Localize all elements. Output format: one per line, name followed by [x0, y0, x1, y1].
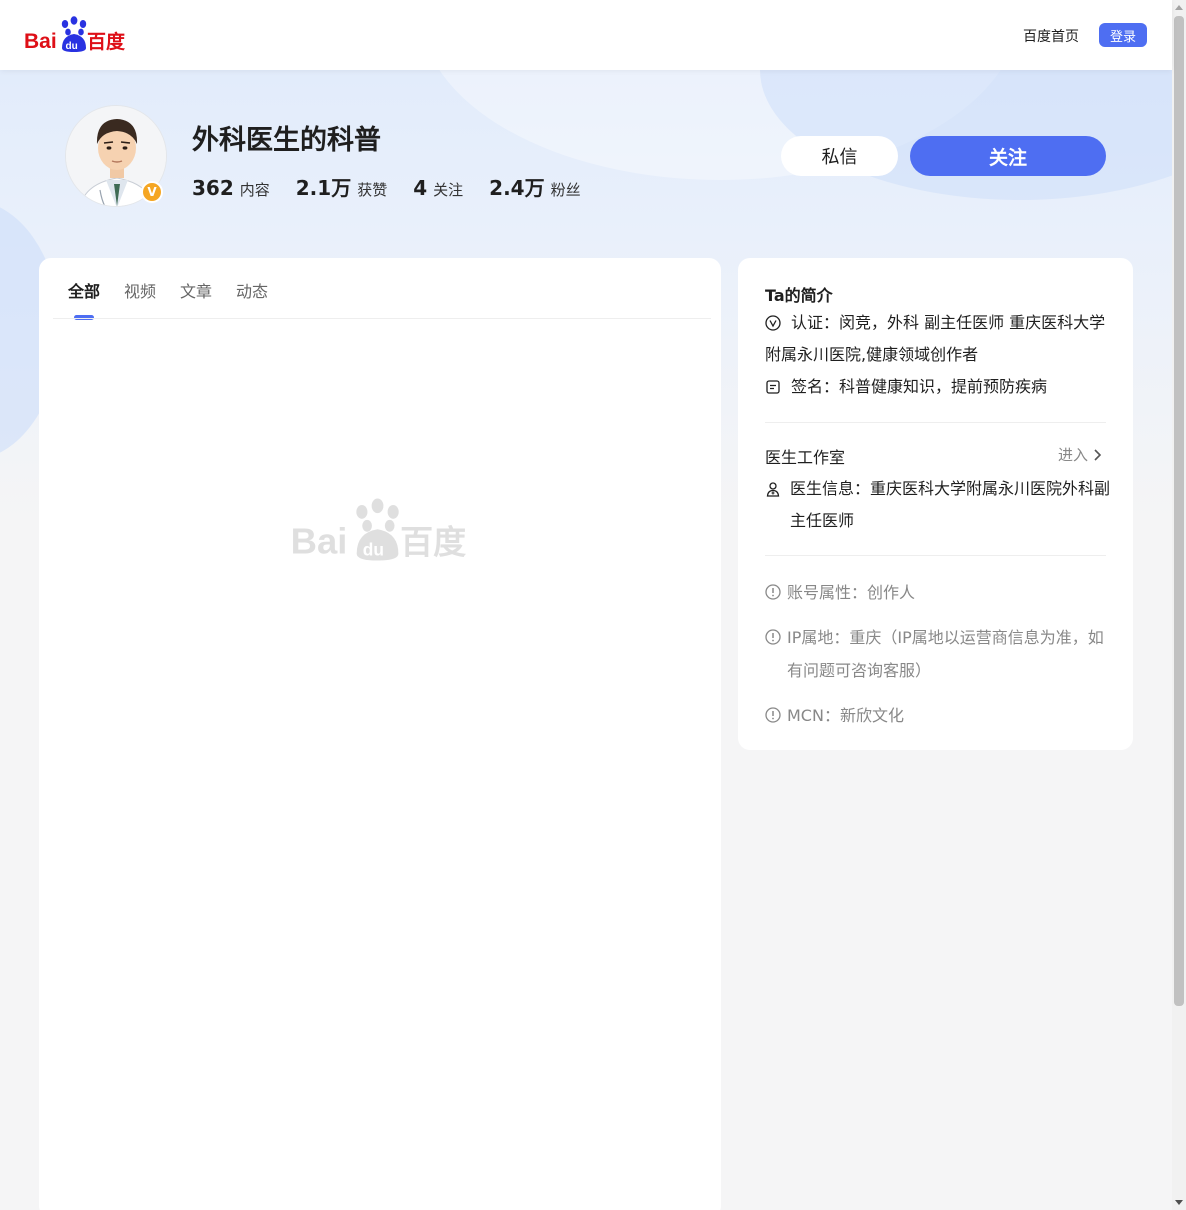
svg-text:百度: 百度 — [87, 30, 126, 53]
verified-circle-icon — [765, 315, 781, 331]
stat-value: 2.4万 — [489, 176, 545, 200]
content-tabs: 全部 视频 文章 动态 — [68, 278, 268, 320]
divider — [765, 555, 1106, 556]
doctor-info-row: 医生信息：重庆医科大学附属永川医院外科副主任医师 — [765, 473, 1110, 537]
profile-stats: 362 内容 2.1万 获赞 4 关注 2.4万 粉丝 — [192, 172, 581, 201]
account-type-row: 账号属性：创作人 — [765, 576, 1110, 609]
ip-location-text: IP属地：重庆（IP属地以运营商信息为准，如有问题可咨询客服） — [787, 628, 1104, 680]
certification-text: 认证：闵竞，外科 副主任医师 重庆医科大学附属永川医院,健康领域创作者 — [765, 313, 1106, 364]
stat-value: 362 — [192, 176, 234, 200]
info-circle-icon — [765, 629, 781, 645]
tab-video[interactable]: 视频 — [124, 278, 156, 320]
intro-title: Ta的简介 — [765, 286, 833, 305]
stat-label: 关注 — [433, 181, 464, 199]
verified-badge-icon: V — [141, 181, 163, 203]
scroll-down-icon[interactable] — [1175, 1200, 1183, 1205]
doctor-badge-icon — [766, 482, 780, 497]
intro-card: Ta的简介 认证：闵竞，外科 副主任医师 重庆医科大学附属永川医院,健康领域创作… — [738, 258, 1133, 750]
info-circle-icon — [765, 584, 781, 600]
scrollbar-thumb[interactable] — [1174, 16, 1184, 1006]
signature-text: 签名：科普健康知识，提前预防疾病 — [791, 377, 1048, 396]
stat-label: 获赞 — [357, 181, 388, 199]
signature-note-icon — [766, 380, 780, 394]
signature-row: 签名：科普健康知识，提前预防疾病 — [765, 371, 1110, 403]
stat-value: 4 — [413, 176, 428, 200]
chevron-right-icon — [1094, 448, 1102, 461]
stat-label: 粉丝 — [550, 181, 581, 199]
account-type-text: 账号属性：创作人 — [787, 583, 916, 602]
tab-article[interactable]: 文章 — [180, 278, 212, 320]
doctor-studio-title: 医生工作室 — [765, 448, 846, 467]
private-message-button[interactable]: 私信 — [781, 136, 898, 176]
svg-text:百度: 百度 — [400, 523, 466, 562]
doctor-info-text: 医生信息：重庆医科大学附属永川医院外科副主任医师 — [790, 479, 1111, 530]
svg-text:du: du — [363, 539, 384, 559]
tab-all[interactable]: 全部 — [68, 278, 100, 320]
login-button[interactable]: 登录 — [1099, 23, 1147, 47]
svg-text:du: du — [66, 41, 78, 52]
tab-dynamic[interactable]: 动态 — [236, 278, 268, 320]
baidu-home-link[interactable]: 百度首页 — [1023, 26, 1079, 46]
tab-divider — [53, 318, 711, 319]
ip-location-row: IP属地：重庆（IP属地以运营商信息为准，如有问题可咨询客服） — [765, 621, 1110, 687]
content-card: 全部 视频 文章 动态 Bai 百度 du — [39, 258, 721, 1210]
loading-baidu-logo: Bai 百度 du — [291, 498, 466, 562]
profile-name: 外科医生的科普 — [192, 125, 381, 156]
scroll-up-icon[interactable] — [1175, 5, 1183, 10]
mcn-text: MCN：新欣文化 — [787, 706, 904, 725]
svg-text:Bai: Bai — [291, 521, 348, 562]
stat-likes: 2.1万 获赞 — [296, 172, 387, 201]
follow-button[interactable]: 关注 — [910, 136, 1106, 176]
baidu-logo[interactable]: Bai du 百度 — [24, 16, 128, 54]
top-header: Bai du 百度 百度首页 登录 — [0, 0, 1172, 70]
stat-following[interactable]: 4 关注 — [413, 176, 463, 200]
certification-row: 认证：闵竞，外科 副主任医师 重庆医科大学附属永川医院,健康领域创作者 — [765, 307, 1110, 371]
stat-label: 内容 — [239, 181, 270, 199]
divider — [765, 422, 1106, 423]
info-circle-icon — [765, 707, 781, 723]
studio-enter-link[interactable]: 进入 — [1058, 444, 1102, 465]
svg-text:Bai: Bai — [24, 30, 57, 53]
page-scrollbar[interactable] — [1172, 0, 1186, 1210]
stat-followers[interactable]: 2.4万 粉丝 — [489, 172, 580, 201]
stat-content[interactable]: 362 内容 — [192, 176, 270, 200]
studio-enter-label: 进入 — [1058, 446, 1089, 464]
stat-value: 2.1万 — [295, 176, 352, 200]
mcn-row: MCN：新欣文化 — [765, 699, 1110, 732]
